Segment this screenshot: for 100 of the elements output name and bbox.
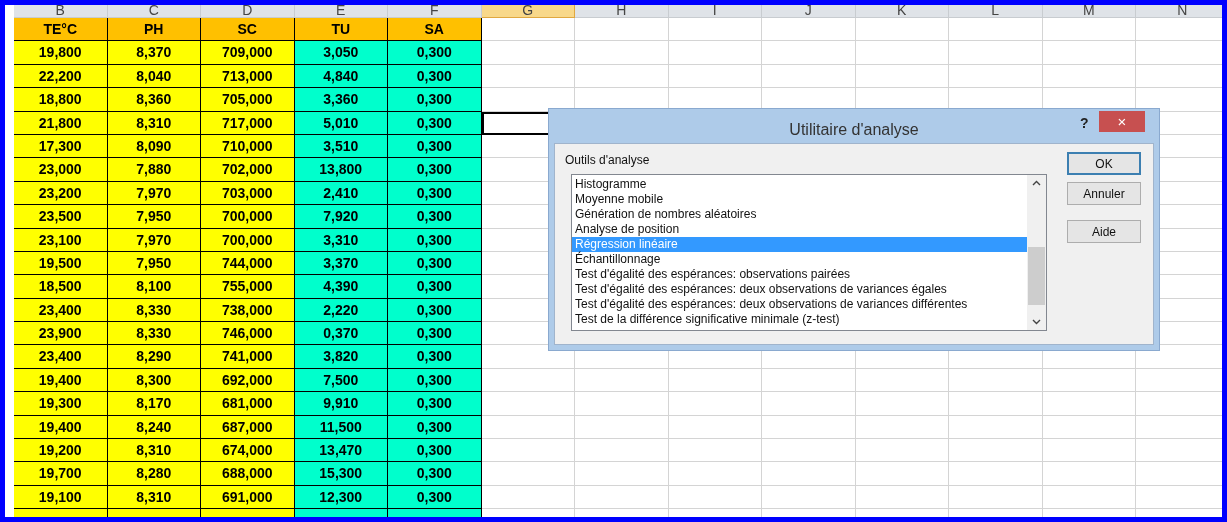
table-cell: 0,300 bbox=[388, 345, 482, 369]
column-title: SA bbox=[388, 18, 482, 42]
empty-cell[interactable] bbox=[668, 485, 762, 510]
empty-cell[interactable] bbox=[949, 439, 1043, 463]
empty-cell[interactable] bbox=[949, 462, 1043, 486]
tools-label: Outils d'analyse bbox=[565, 152, 650, 169]
empty-cell[interactable] bbox=[949, 415, 1043, 440]
column-header[interactable]: L bbox=[949, 5, 1043, 18]
empty-cell[interactable] bbox=[762, 415, 856, 440]
empty-cell[interactable] bbox=[949, 41, 1043, 65]
empty-cell[interactable] bbox=[575, 462, 669, 486]
list-item[interactable]: Test d'égalité des espérances: observations pairées bbox=[572, 267, 1027, 282]
empty-cell[interactable] bbox=[762, 439, 856, 463]
empty-cell[interactable] bbox=[762, 41, 856, 65]
column-header[interactable]: G bbox=[481, 5, 575, 18]
empty-cell[interactable] bbox=[855, 64, 949, 89]
empty-cell[interactable] bbox=[575, 41, 669, 65]
column-header[interactable]: K bbox=[855, 5, 949, 18]
empty-cell[interactable] bbox=[668, 368, 762, 393]
empty-cell[interactable] bbox=[762, 64, 856, 89]
list-item[interactable]: Génération de nombres aléatoires bbox=[572, 207, 1027, 222]
empty-cell[interactable] bbox=[1042, 368, 1136, 393]
column-header[interactable]: N bbox=[1136, 5, 1222, 18]
list-item[interactable]: Test d'égalité des espérances: deux observations de variances différentes bbox=[572, 297, 1027, 312]
empty-cell[interactable] bbox=[1042, 392, 1136, 416]
table-cell: 7,950 bbox=[107, 205, 201, 229]
empty-cell[interactable] bbox=[575, 368, 669, 393]
empty-cell[interactable] bbox=[855, 485, 949, 510]
list-item[interactable]: Test de la différence significative minimale (z-test) bbox=[572, 312, 1027, 327]
empty-cell[interactable] bbox=[855, 415, 949, 440]
dialog-button[interactable]: Annuler bbox=[1067, 182, 1141, 205]
list-item[interactable]: Test d'égalité des espérances: deux observations de variances égales bbox=[572, 282, 1027, 297]
empty-cell[interactable] bbox=[668, 439, 762, 463]
empty-cell[interactable] bbox=[1042, 439, 1136, 463]
table-cell: 0,300 bbox=[388, 485, 482, 510]
empty-cell[interactable] bbox=[855, 439, 949, 463]
empty-cell[interactable] bbox=[668, 415, 762, 440]
list-item[interactable]: Analyse de position bbox=[572, 222, 1027, 237]
column-header[interactable]: I bbox=[668, 5, 762, 18]
help-button[interactable]: ? bbox=[1080, 113, 1089, 134]
empty-cell[interactable] bbox=[949, 392, 1043, 416]
scroll-up-icon[interactable] bbox=[1032, 180, 1041, 186]
table-cell: 746,000 bbox=[201, 322, 295, 346]
column-header[interactable]: H bbox=[575, 5, 669, 18]
empty-cell[interactable] bbox=[1042, 485, 1136, 510]
empty-cell[interactable] bbox=[949, 18, 1043, 42]
empty-cell[interactable] bbox=[949, 485, 1043, 510]
empty-cell[interactable] bbox=[855, 392, 949, 416]
list-item[interactable]: Histogramme bbox=[572, 177, 1027, 192]
empty-cell[interactable] bbox=[762, 485, 856, 510]
dialog-button[interactable]: Aide bbox=[1067, 220, 1141, 243]
column-header[interactable]: D bbox=[201, 5, 295, 18]
table-cell: 4,390 bbox=[294, 275, 388, 299]
column-title: TU bbox=[294, 18, 388, 42]
column-header[interactable]: F bbox=[388, 5, 482, 18]
empty-cell[interactable] bbox=[668, 18, 762, 42]
empty-cell[interactable] bbox=[668, 392, 762, 416]
scroll-thumb[interactable] bbox=[1028, 247, 1045, 305]
empty-cell[interactable] bbox=[855, 18, 949, 42]
empty-cell[interactable] bbox=[949, 64, 1043, 89]
empty-cell[interactable] bbox=[949, 368, 1043, 393]
empty-cell[interactable] bbox=[575, 439, 669, 463]
empty-cell[interactable] bbox=[1042, 41, 1136, 65]
empty-cell[interactable] bbox=[575, 392, 669, 416]
empty-cell[interactable] bbox=[668, 64, 762, 89]
column-header[interactable]: B bbox=[14, 5, 108, 18]
dialog-button[interactable]: OK bbox=[1067, 152, 1141, 175]
empty-cell[interactable] bbox=[1042, 64, 1136, 89]
empty-cell[interactable] bbox=[855, 368, 949, 393]
list-item[interactable]: Échantillonnage bbox=[572, 252, 1027, 267]
empty-cell[interactable] bbox=[762, 368, 856, 393]
column-header[interactable]: C bbox=[107, 5, 201, 18]
empty-cell[interactable] bbox=[1042, 18, 1136, 42]
empty-cell[interactable] bbox=[855, 462, 949, 486]
column-header[interactable]: M bbox=[1042, 5, 1136, 18]
table-cell: 0,300 bbox=[388, 439, 482, 463]
column-header[interactable]: J bbox=[762, 5, 856, 18]
empty-cell[interactable] bbox=[762, 392, 856, 416]
table-cell: 674,000 bbox=[201, 439, 295, 463]
list-item[interactable]: Moyenne mobile bbox=[572, 192, 1027, 207]
table-cell: 19,400 bbox=[14, 368, 108, 393]
tools-list[interactable] bbox=[571, 174, 1047, 331]
empty-cell[interactable] bbox=[762, 462, 856, 486]
empty-cell[interactable] bbox=[575, 485, 669, 510]
empty-cell[interactable] bbox=[668, 41, 762, 65]
empty-cell[interactable] bbox=[668, 462, 762, 486]
empty-cell[interactable] bbox=[762, 18, 856, 42]
empty-cell[interactable] bbox=[1042, 462, 1136, 486]
scroll-down-icon[interactable] bbox=[1032, 319, 1041, 325]
empty-cell[interactable] bbox=[575, 64, 669, 89]
column-header[interactable]: E bbox=[294, 5, 388, 18]
empty-cell[interactable] bbox=[855, 41, 949, 65]
empty-cell[interactable] bbox=[575, 415, 669, 440]
table-cell: 0,300 bbox=[388, 41, 482, 65]
empty-cell[interactable] bbox=[575, 18, 669, 42]
scrollbar[interactable] bbox=[1027, 175, 1046, 330]
close-button[interactable]: × bbox=[1099, 111, 1145, 132]
table-cell: 702,000 bbox=[201, 158, 295, 182]
table-cell: 755,000 bbox=[201, 275, 295, 299]
empty-cell[interactable] bbox=[1042, 415, 1136, 440]
